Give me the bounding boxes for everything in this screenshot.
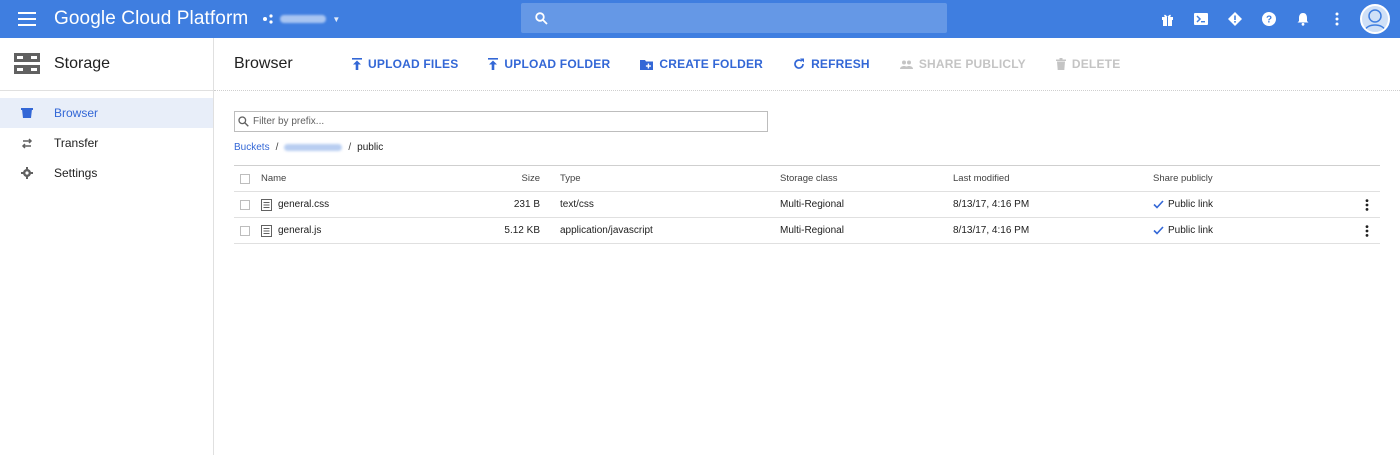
top-app-bar: Google Cloud Platform ▼ ? (0, 0, 1400, 38)
file-name-link[interactable]: general.css (278, 199, 329, 210)
main-content: Browser UPLOAD FILES UPLOAD FOLDER CREAT… (214, 38, 1400, 455)
check-icon (1153, 226, 1164, 235)
public-link[interactable]: Public link (1168, 225, 1213, 236)
column-header-storage-class[interactable]: Storage class (780, 173, 953, 184)
row-checkbox[interactable] (234, 225, 256, 236)
sidebar-header: Storage (0, 38, 213, 91)
public-link-checkbox[interactable]: Public link (1153, 199, 1353, 210)
file-type: text/css (560, 199, 594, 210)
app-title[interactable]: Google Cloud Platform (54, 8, 248, 30)
sidebar-item-label: Browser (54, 106, 99, 120)
last-modified: 8/13/17, 4:16 PM (953, 199, 1030, 210)
row-more-vert-icon[interactable] (1353, 198, 1380, 211)
upload-icon (488, 58, 499, 70)
trash-icon (1055, 58, 1066, 70)
column-header-last-modified[interactable]: Last modified (953, 173, 1153, 184)
table-row[interactable]: general.js 5.12 KB application/javascrip… (234, 218, 1380, 244)
storage-icon (0, 53, 54, 75)
column-header-size[interactable]: Size (466, 173, 540, 184)
sidebar-item-browser[interactable]: Browser (0, 98, 213, 128)
breadcrumb-current: public (357, 142, 384, 153)
project-name-redacted (280, 15, 327, 23)
sidebar-item-transfer[interactable]: Transfer (0, 128, 213, 158)
chevron-down-icon: ▼ (332, 14, 341, 24)
file-name-link[interactable]: general.js (278, 225, 321, 236)
sidebar-title: Storage (54, 55, 111, 72)
search-icon (238, 116, 249, 127)
last-modified: 8/13/17, 4:16 PM (953, 225, 1030, 236)
table-row[interactable]: general.css 231 B text/css Multi-Regiona… (234, 192, 1380, 218)
svg-text:?: ? (1266, 15, 1272, 26)
file-type: application/javascript (560, 225, 653, 236)
toolbar: Browser UPLOAD FILES UPLOAD FOLDER CREAT… (214, 38, 1400, 91)
breadcrumb-separator: / (275, 142, 279, 153)
create-folder-icon (640, 59, 654, 70)
select-all-checkbox[interactable] (234, 173, 256, 184)
column-header-type[interactable]: Type (540, 173, 780, 184)
gift-icon[interactable] (1150, 0, 1184, 38)
check-icon (1153, 200, 1164, 209)
transfer-icon (0, 137, 54, 149)
refresh-icon (794, 58, 805, 69)
help-icon[interactable]: ? (1252, 0, 1286, 38)
more-vert-icon[interactable] (1320, 0, 1354, 38)
public-link[interactable]: Public link (1168, 199, 1213, 210)
search-icon (535, 11, 548, 25)
file-icon (261, 224, 272, 237)
create-folder-button[interactable]: CREATE FOLDER (640, 57, 763, 71)
table-header-row: Name Size Type Storage class Last modifi… (234, 166, 1380, 192)
filter-input[interactable] (253, 116, 733, 127)
row-more-vert-icon[interactable] (1353, 224, 1380, 237)
refresh-button[interactable]: REFRESH (793, 57, 870, 71)
menu-icon[interactable] (0, 0, 54, 38)
objects-table: Name Size Type Storage class Last modifi… (234, 165, 1380, 244)
column-header-share-publicly: Share publicly (1153, 173, 1213, 184)
bucket-icon (0, 107, 54, 119)
sidebar-item-settings[interactable]: Settings (0, 158, 213, 188)
upload-folder-button[interactable]: UPLOAD FOLDER (488, 57, 610, 71)
breadcrumb-bucket-link-redacted[interactable] (284, 144, 343, 151)
file-icon (261, 198, 272, 211)
alert-icon[interactable] (1218, 0, 1252, 38)
share-publicly-button[interactable]: SHARE PUBLICLY (899, 57, 1026, 71)
row-checkbox[interactable] (234, 199, 256, 210)
gear-icon (0, 167, 54, 179)
storage-class: Multi-Regional (780, 225, 844, 236)
project-icon (263, 14, 273, 24)
cloud-shell-icon[interactable] (1184, 0, 1218, 38)
delete-button[interactable]: DELETE (1055, 57, 1121, 71)
storage-class: Multi-Regional (780, 199, 844, 210)
public-link-checkbox[interactable]: Public link (1153, 225, 1353, 236)
sidebar: Storage Browser Transfer Settings (0, 38, 214, 455)
page-title: Browser (234, 55, 293, 72)
upload-icon (352, 58, 362, 70)
notifications-icon[interactable] (1286, 0, 1320, 38)
avatar[interactable] (1360, 4, 1390, 34)
file-size: 231 B (513, 199, 540, 210)
sidebar-item-label: Settings (54, 166, 98, 180)
breadcrumb-buckets-link[interactable]: Buckets (234, 142, 270, 153)
search-bar[interactable] (521, 3, 947, 33)
people-icon (899, 60, 913, 69)
filter-field[interactable] (234, 111, 768, 132)
project-selector[interactable]: ▼ (262, 0, 340, 38)
upload-files-button[interactable]: UPLOAD FILES (352, 57, 458, 71)
breadcrumb-separator: / (348, 142, 352, 153)
breadcrumb: Buckets / / public (234, 142, 383, 153)
column-header-name[interactable]: Name (256, 173, 466, 184)
sidebar-item-label: Transfer (54, 136, 99, 150)
file-size: 5.12 KB (504, 225, 540, 236)
